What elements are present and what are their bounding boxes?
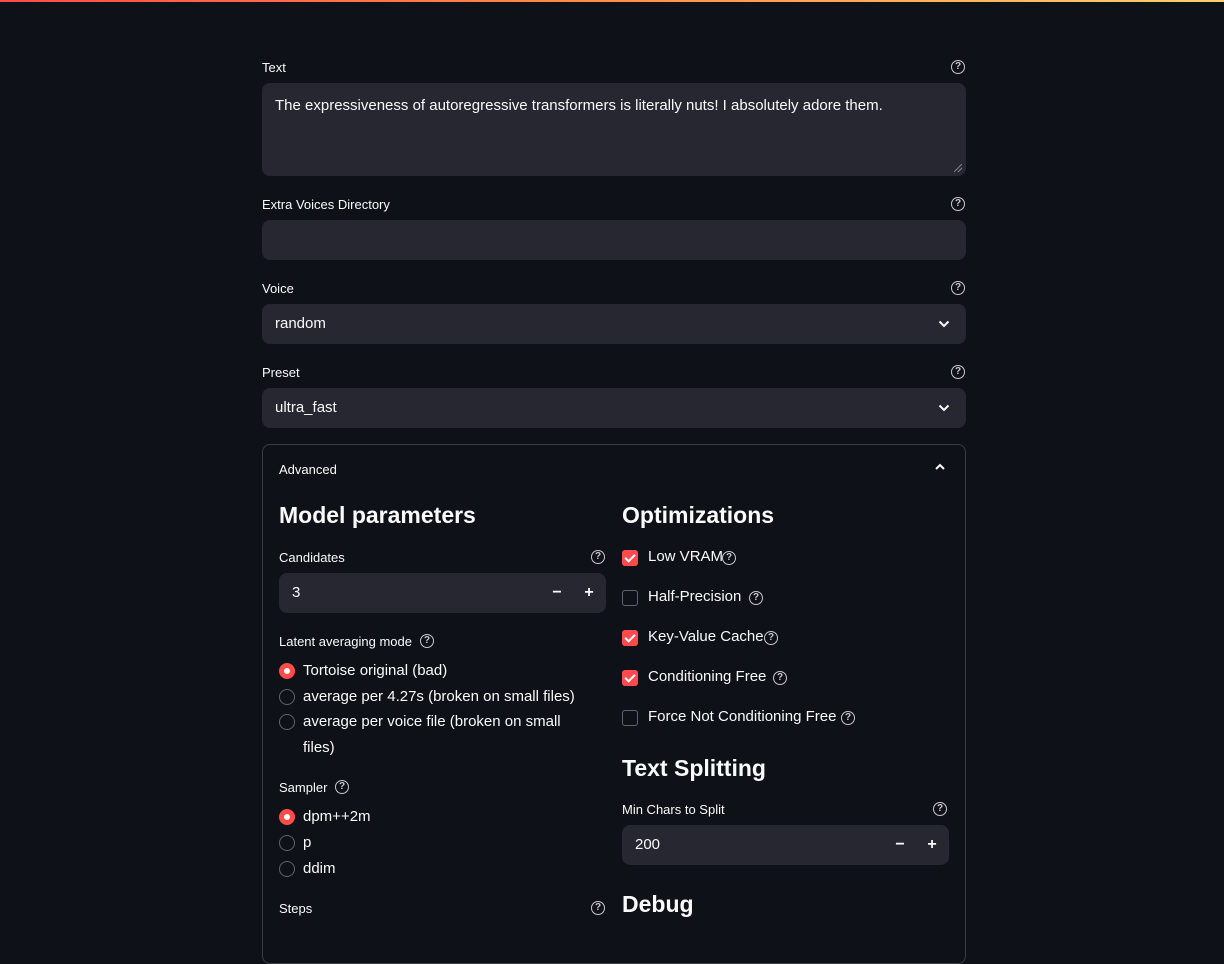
text-label: Text (262, 60, 286, 75)
radio-label: ddim (303, 860, 336, 877)
text-splitting-heading: Text Splitting (622, 755, 766, 781)
radio-label: dpm++2m (303, 808, 371, 825)
help-icon[interactable]: ? (951, 281, 965, 295)
text-input-value: The expressiveness of autoregressive tra… (275, 97, 883, 114)
voice-select[interactable]: random (262, 304, 966, 344)
minus-icon[interactable]: − (884, 825, 916, 865)
candidates-input[interactable]: 3 − + (279, 573, 606, 613)
help-icon[interactable]: ? (591, 901, 605, 915)
help-icon[interactable]: ? (841, 711, 855, 725)
advanced-expander: Advanced Model parameters Candidates ? 3… (262, 444, 966, 964)
help-icon[interactable]: ? (951, 365, 965, 379)
debug-heading: Debug (622, 891, 694, 917)
top-decoration-bar (0, 0, 1224, 2)
radio-button[interactable] (279, 714, 295, 730)
radio-button-selected[interactable] (279, 663, 295, 679)
help-icon[interactable]: ? (764, 631, 778, 645)
radio-label: p (303, 834, 312, 851)
radio-button-selected[interactable] (279, 809, 295, 825)
min-chars-value: 200 (635, 836, 661, 853)
help-icon[interactable]: ? (749, 591, 763, 605)
optimizations-heading: Optimizations (622, 502, 775, 528)
help-icon[interactable]: ? (951, 60, 965, 74)
checkbox-checked[interactable] (622, 630, 638, 646)
candidates-value: 3 (292, 584, 301, 601)
preset-label: Preset (262, 365, 300, 380)
help-icon[interactable]: ? (591, 550, 605, 564)
chevron-down-icon (938, 320, 950, 328)
radio-label: average per 4.27s (broken on small files… (303, 688, 575, 705)
preset-select-value: ultra_fast (275, 399, 337, 416)
min-chars-input[interactable]: 200 − + (622, 825, 949, 865)
chevron-up-icon[interactable] (933, 460, 947, 474)
checkbox-label: Half-Precision (648, 588, 742, 605)
help-icon[interactable]: ? (773, 671, 787, 685)
radio-label: Tortoise original (bad) (303, 662, 448, 679)
help-icon[interactable]: ? (933, 802, 947, 816)
advanced-expander-title[interactable]: Advanced (279, 462, 337, 477)
radio-label: average per voice file (broken on small (303, 713, 561, 730)
checkbox-label: Force Not Conditioning Free (648, 708, 837, 725)
checkbox-label: Key-Value Cache (648, 628, 764, 645)
checkbox-checked[interactable] (622, 550, 638, 566)
extra-voices-label: Extra Voices Directory (262, 197, 390, 212)
checkbox-label: Conditioning Free (648, 668, 767, 685)
checkbox[interactable] (622, 590, 638, 606)
resize-grip-icon[interactable] (954, 164, 962, 172)
checkbox-label: Low VRAM (648, 548, 724, 565)
help-icon[interactable]: ? (335, 780, 349, 794)
radio-label-continued: files) (303, 739, 335, 756)
model-parameters-heading: Model parameters (279, 502, 476, 528)
checkbox[interactable] (622, 710, 638, 726)
minus-icon[interactable]: − (541, 573, 573, 613)
chevron-down-icon (938, 404, 950, 412)
plus-icon[interactable]: + (573, 573, 605, 613)
checkbox-checked[interactable] (622, 670, 638, 686)
text-input[interactable]: The expressiveness of autoregressive tra… (262, 83, 966, 176)
help-icon[interactable]: ? (951, 197, 965, 211)
help-icon[interactable]: ? (420, 634, 434, 648)
plus-icon[interactable]: + (916, 825, 948, 865)
radio-button[interactable] (279, 861, 295, 877)
candidates-label: Candidates (279, 550, 345, 565)
latent-mode-label: Latent averaging mode (279, 634, 412, 649)
preset-select[interactable]: ultra_fast (262, 388, 966, 428)
extra-voices-input[interactable] (262, 220, 966, 260)
help-icon[interactable]: ? (722, 551, 736, 565)
steps-label: Steps (279, 901, 313, 916)
radio-button[interactable] (279, 689, 295, 705)
radio-button[interactable] (279, 835, 295, 851)
sampler-label: Sampler (279, 780, 328, 795)
voice-label: Voice (262, 281, 294, 296)
min-chars-label: Min Chars to Split (622, 802, 725, 817)
voice-select-value: random (275, 315, 326, 332)
